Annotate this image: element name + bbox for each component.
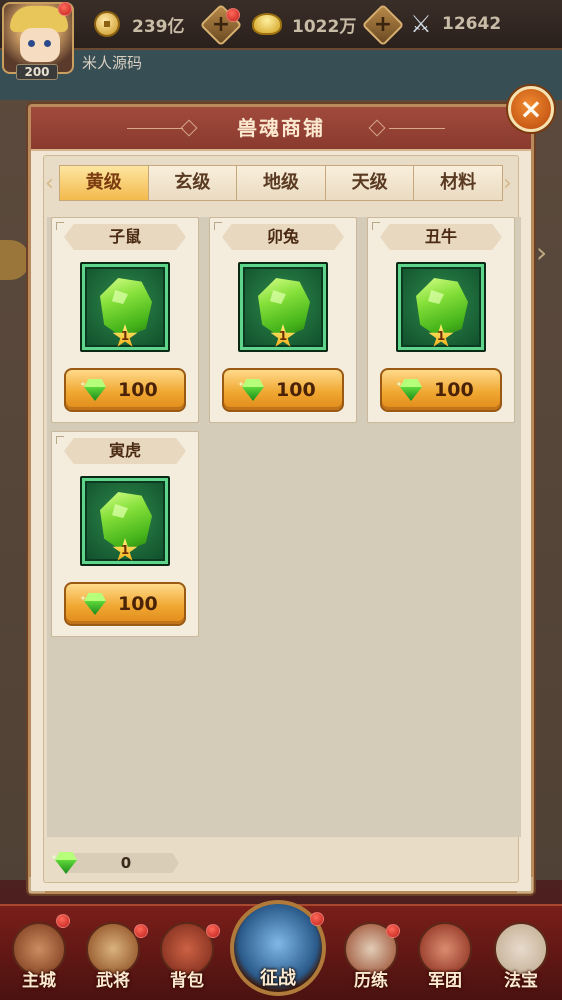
- nav-label: 法宝: [504, 971, 538, 991]
- grade-tabs: 黄级 玄级 地级 天级 材料: [59, 165, 503, 203]
- item-price: 100: [276, 379, 316, 401]
- crossed-swords-icon: ⚔: [410, 10, 432, 38]
- item-star-count: 1: [120, 543, 130, 557]
- add-gold-ingot-button[interactable]: +: [361, 3, 405, 47]
- copper-coin-icon: [94, 11, 120, 37]
- panel-corner-ornament: [517, 877, 533, 893]
- card-corner-ornament: [372, 222, 380, 230]
- tab-xuan-grade[interactable]: 玄级: [148, 165, 238, 201]
- avatar-notification-dot: [58, 2, 72, 16]
- notification-dot: [310, 912, 324, 926]
- nav-main-city[interactable]: 主城: [4, 922, 74, 994]
- shop-item-card: 卯兔 1 100: [209, 217, 357, 423]
- item-star-count: 1: [278, 329, 288, 343]
- balance-value: 0: [120, 854, 132, 872]
- avatar-eye: [44, 40, 51, 47]
- notification-dot: [206, 924, 220, 938]
- tab-tian-grade[interactable]: 天级: [325, 165, 415, 201]
- beast-soul-shop-panel: 兽魂商铺 ‹ 黄级 玄级 地级 天级 材料 › 子鼠 1 100 卯兔 1 10…: [28, 104, 534, 894]
- player-name: 米人源码: [82, 54, 143, 72]
- avatar-face: [20, 28, 60, 62]
- item-price: 100: [118, 379, 158, 401]
- copper-resource: 239亿: [94, 10, 185, 38]
- item-frame[interactable]: 1: [80, 262, 170, 352]
- item-name: 卯兔: [222, 224, 344, 250]
- shop-item-card: 子鼠 1 100: [51, 217, 199, 423]
- nav-label: 主城: [22, 971, 56, 991]
- power-amount: 12642: [442, 14, 502, 34]
- tab-huang-grade[interactable]: 黄级: [59, 165, 149, 201]
- item-frame[interactable]: 1: [396, 262, 486, 352]
- item-star-count: 1: [436, 329, 446, 343]
- currency-balance: 0: [51, 851, 181, 875]
- item-frame[interactable]: 1: [80, 476, 170, 566]
- green-diamond-icon: [80, 379, 110, 401]
- notification-dot: [134, 924, 148, 938]
- close-button[interactable]: ×: [508, 86, 554, 132]
- buy-button[interactable]: 100: [64, 368, 186, 412]
- item-price: 100: [434, 379, 474, 401]
- notification-dot: [386, 924, 400, 938]
- shop-title: 兽魂商铺: [237, 116, 325, 140]
- card-corner-ornament: [56, 436, 64, 444]
- tabs-right-arrow-icon: ›: [503, 171, 512, 196]
- nav-legion[interactable]: 军团: [410, 922, 480, 994]
- card-corner-ornament: [56, 222, 64, 230]
- background-right-arrow-icon: ›: [536, 236, 548, 269]
- nav-label: 背包: [170, 971, 204, 991]
- nav-label: 武将: [96, 971, 130, 991]
- green-diamond-icon: [51, 852, 81, 874]
- plus-icon: +: [373, 12, 393, 37]
- shop-item-card: 丑牛 1 100: [367, 217, 515, 423]
- gold-ingot-amount: 1022万: [292, 16, 357, 37]
- green-diamond-icon: [238, 379, 268, 401]
- item-name: 寅虎: [64, 438, 186, 464]
- tab-materials[interactable]: 材料: [414, 165, 503, 201]
- buy-button[interactable]: 100: [222, 368, 344, 412]
- nav-label: 历练: [354, 971, 388, 991]
- panel-corner-ornament: [29, 877, 45, 893]
- item-name: 丑牛: [380, 224, 502, 250]
- gold-ingot-resource: 1022万: [252, 10, 356, 38]
- item-star-count: 1: [120, 329, 130, 343]
- shop-item-card: 寅虎 1 100: [51, 431, 199, 637]
- copper-amount: 239亿: [132, 16, 185, 37]
- item-price: 100: [118, 593, 158, 615]
- panel-header: 兽魂商铺: [31, 107, 531, 151]
- buy-button[interactable]: 100: [380, 368, 502, 412]
- nav-label: 征战: [260, 968, 296, 989]
- gold-ingot-icon: [252, 13, 282, 35]
- nav-treasure[interactable]: 法宝: [486, 922, 556, 994]
- notification-dot: [56, 914, 70, 928]
- power-resource: ⚔ 12642: [408, 10, 501, 38]
- green-diamond-icon: [396, 379, 426, 401]
- avatar-eye: [28, 40, 35, 47]
- card-corner-ornament: [214, 222, 222, 230]
- item-name: 子鼠: [64, 224, 186, 250]
- green-diamond-icon: [80, 593, 110, 615]
- resource-bar: 239亿 + 1022万 + ⚔ 12642: [0, 0, 562, 50]
- nav-label: 军团: [428, 971, 462, 991]
- notification-dot: [226, 8, 240, 22]
- item-frame[interactable]: 1: [238, 262, 328, 352]
- tab-di-grade[interactable]: 地级: [237, 165, 326, 201]
- header-ornament-line: [389, 128, 445, 129]
- buy-button[interactable]: 100: [64, 582, 186, 626]
- player-level-badge: 200: [16, 64, 58, 80]
